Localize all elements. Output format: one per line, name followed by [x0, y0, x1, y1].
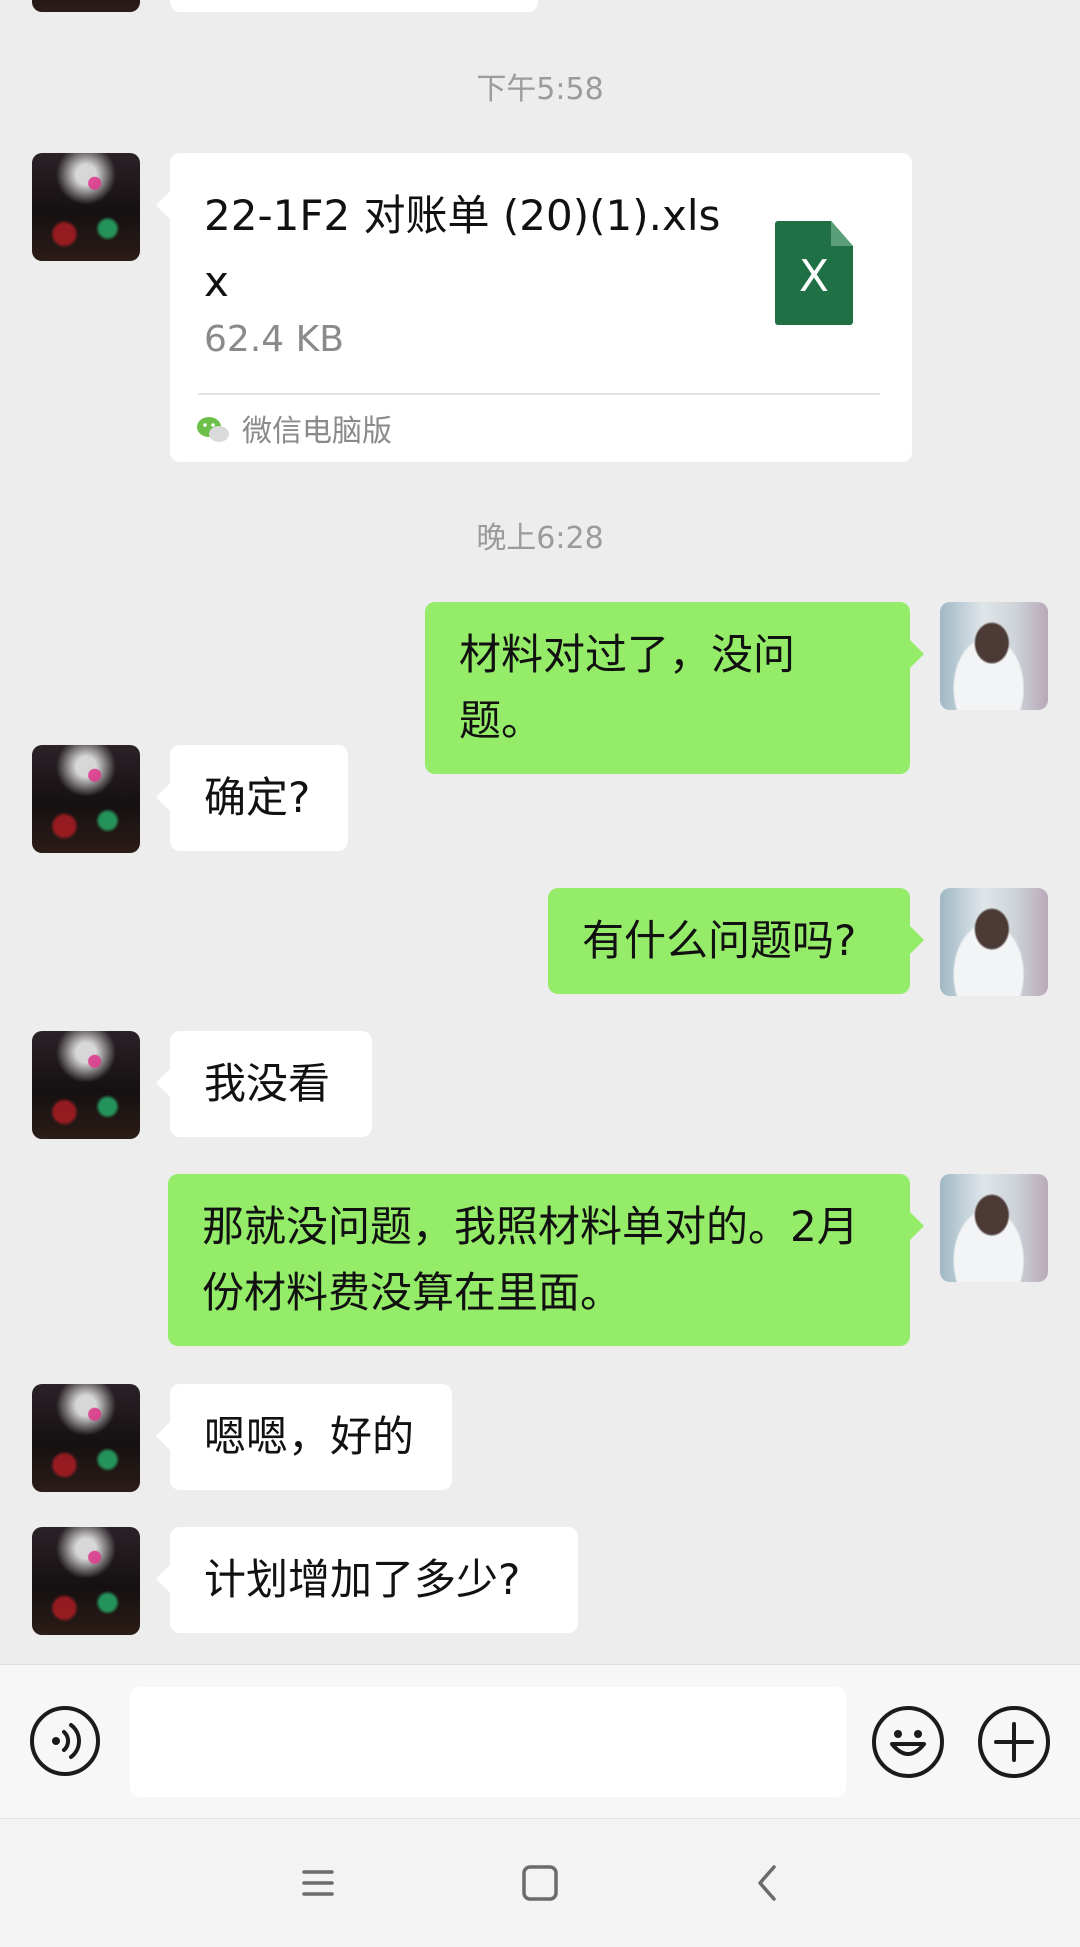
message-input[interactable] [130, 1687, 846, 1797]
my-avatar[interactable] [940, 1174, 1048, 1282]
emoji-icon[interactable] [872, 1706, 944, 1778]
system-nav-bar [0, 1818, 1080, 1947]
plus-icon[interactable] [978, 1706, 1050, 1778]
contact-avatar[interactable] [32, 1031, 140, 1139]
file-source-label: 微信电脑版 [242, 414, 392, 449]
voice-icon[interactable] [30, 1706, 100, 1776]
contact-avatar[interactable] [32, 745, 140, 853]
my-message-bubble[interactable]: 有什么问题吗? [548, 888, 924, 994]
contact-avatar[interactable] [32, 1384, 140, 1492]
my-message-bubble[interactable]: 那就没问题，我照材料单对的。2月份材料费没算在里面。 [168, 1174, 924, 1346]
contact-avatar[interactable] [32, 0, 140, 12]
file-size: 62.4 KB [204, 319, 344, 360]
home-icon[interactable] [512, 1857, 568, 1909]
my-avatar[interactable] [940, 888, 1048, 996]
timestamp: 晚上6:28 [476, 521, 604, 556]
their-message-bubble[interactable]: 我没看 [156, 1031, 372, 1137]
file-message-card[interactable]: 22-1F2 对账单 (20)(1).xlsx 62.4 KB X 微信电脑版 [156, 153, 912, 462]
my-avatar[interactable] [940, 602, 1048, 710]
contact-avatar[interactable] [32, 153, 140, 261]
their-message-bubble[interactable]: 计划增加了多少? [156, 1527, 578, 1633]
file-name: 22-1F2 对账单 (20)(1).xlsx [204, 191, 721, 306]
wechat-pc-icon [197, 417, 229, 442]
back-icon[interactable] [740, 1857, 796, 1909]
excel-letter: X [798, 251, 830, 302]
their-message-bubble[interactable]: 嗯嗯，好的 [156, 1384, 452, 1490]
contact-avatar[interactable] [32, 1527, 140, 1635]
menu-icon[interactable] [290, 1857, 346, 1909]
timestamp: 下午5:58 [476, 72, 604, 107]
previous-message-bubble[interactable] [170, 0, 538, 12]
their-message-bubble[interactable]: 确定? [156, 745, 348, 851]
divider [198, 393, 880, 395]
input-bar [0, 1664, 1080, 1819]
my-message-bubble[interactable]: 材料对过了，没问题。 [425, 602, 924, 774]
